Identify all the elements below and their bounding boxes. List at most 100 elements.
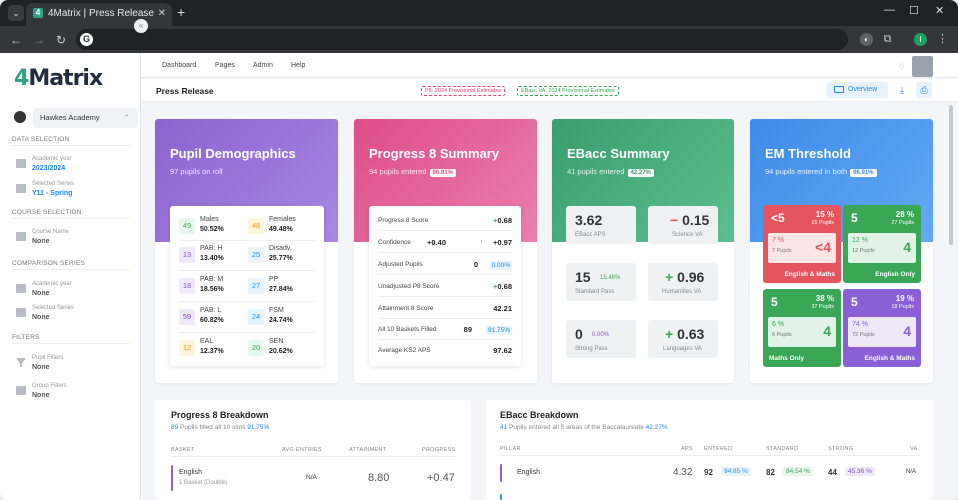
favicon-icon: 4 xyxy=(33,8,43,18)
url-bar[interactable] xyxy=(76,29,848,50)
demo-item: 25 Disadv. 25.77% xyxy=(248,242,318,270)
col-header-pillar[interactable]: PILLAR xyxy=(500,446,521,452)
ebacc-row-va: N/A xyxy=(906,469,917,475)
sidebar-item-label: Academic year xyxy=(32,281,72,287)
logo[interactable]: 4Matrix xyxy=(14,66,103,91)
demo-name: Disadv. xyxy=(269,245,292,252)
sidebar-item-value: None xyxy=(32,314,50,321)
print-icon[interactable]: ⎙ xyxy=(916,82,932,98)
download-icon[interactable]: ⤓ xyxy=(894,82,910,98)
folder-icon xyxy=(16,159,26,168)
col-header-entered[interactable]: ENTERED xyxy=(704,446,732,452)
sidebar-item-label: Group Filters xyxy=(32,383,67,389)
ebacc-estimates-chip: EBacc VA: 2024 Provisional Estimates xyxy=(517,86,619,96)
card-title: EM Threshold xyxy=(765,146,851,161)
progress8-panel: Progress 8 Score +0.68 Confidence ↓ +0.40 ↑ +… xyxy=(369,206,521,366)
p8-row: Attainment 8 Score 42.21 xyxy=(378,299,512,319)
minimize-icon[interactable]: — xyxy=(884,4,895,16)
arrow-up-icon: ↑ xyxy=(480,239,484,246)
menu-icon[interactable]: ⋮ xyxy=(936,33,949,46)
demo-count: 25 xyxy=(248,247,264,263)
new-tab-button[interactable]: + xyxy=(177,4,185,20)
profile-icon[interactable]: I xyxy=(914,33,927,46)
demo-count: 18 xyxy=(179,278,195,294)
monitor-icon xyxy=(834,86,844,93)
overview-button[interactable]: Overview xyxy=(826,82,888,98)
school-selector[interactable]: Hawkes Academy ⌃ xyxy=(14,108,138,128)
em-tile-english-only[interactable]: 5 28 % 27 Pupils 12 % 12 Pupils 4 English On… xyxy=(843,205,921,283)
back-icon[interactable]: ← xyxy=(10,33,22,47)
col-header-strong[interactable]: STRONG xyxy=(828,446,853,452)
demo-pct: 49.48% xyxy=(269,226,293,233)
section-data-selection: DATA SELECTION xyxy=(12,136,70,143)
scrollbar-thumb[interactable] xyxy=(949,105,953,245)
em-tile-maths-only[interactable]: 5 38 % 37 Pupils 6 % 6 Pupils 4 Maths Only xyxy=(763,289,841,367)
col-header-progress[interactable]: PROGRESS xyxy=(422,447,456,453)
col-header-va[interactable]: VA xyxy=(910,446,918,452)
p8-row-name: English xyxy=(179,469,202,476)
browser-tab[interactable]: 4 4Matrix | Press Release ✕ xyxy=(26,3,172,26)
divider xyxy=(12,269,130,270)
p8-row-progress: +0.47 xyxy=(427,472,455,484)
reload-icon[interactable]: ↻ xyxy=(56,33,66,47)
divider xyxy=(500,455,920,456)
p8-row-entries: N/A xyxy=(306,474,317,481)
em-tile-english-maths[interactable]: 5 19 % 18 Pupils 74 % 72 Pupils 4 English & … xyxy=(843,289,921,367)
em-tile-inner: 6 % 6 Pupils 4 xyxy=(768,317,836,347)
ebacc-row-aps: 4.32 xyxy=(673,467,693,478)
nav-dashboard[interactable]: Dashboard xyxy=(162,62,196,69)
sidebar: 4Matrix Hawkes Academy ⌃ DATA SELECTION A… xyxy=(0,53,141,500)
col-header-avg-entries[interactable]: AVG ENTRIES xyxy=(282,447,322,453)
col-header-standard[interactable]: STANDARD xyxy=(766,446,798,452)
demo-name: FSM xyxy=(269,307,284,314)
nav-admin[interactable]: Admin xyxy=(253,62,273,69)
close-window-icon[interactable]: ✕ xyxy=(935,4,944,17)
demo-pct: 12.37% xyxy=(200,348,224,355)
bell-icon[interactable]: ♢ xyxy=(898,62,905,71)
demo-pct: 60.82% xyxy=(200,317,224,324)
col-header-attainment[interactable]: ATTAINMENT xyxy=(349,447,386,453)
forward-icon[interactable]: → xyxy=(33,33,45,47)
col-header-basket[interactable]: BASKET xyxy=(171,447,195,453)
demo-item: 49 Males 50.52% xyxy=(179,213,249,241)
maximize-icon[interactable]: ☐ xyxy=(909,4,919,17)
p8-row: Confidence ↓ +0.40 ↑ +0.97 xyxy=(378,233,512,253)
collapse-sidebar-icon[interactable]: « xyxy=(134,19,148,33)
card-subtitle: 97 pupils on roll xyxy=(170,167,223,176)
tab-search-button[interactable]: ⌄ xyxy=(8,5,24,21)
pct-pill: 42.27% xyxy=(627,169,654,177)
humanities-va-tile: + 0.96 Humanities VA xyxy=(648,263,718,301)
school-dropdown[interactable]: Hawkes Academy ⌃ xyxy=(33,108,138,128)
demo-count: 12 xyxy=(179,340,195,356)
demo-item: 48 Females 49.48% xyxy=(248,213,318,241)
demo-pct: 27.84% xyxy=(269,286,293,293)
ebacc-row-entered: 92 xyxy=(704,468,713,477)
p8-row: Unadjusted P8 Score +0.68 xyxy=(378,277,512,297)
nav-help[interactable]: Help xyxy=(291,62,305,69)
demo-pct: 13.40% xyxy=(200,255,224,262)
extension-icon[interactable]: ◐ xyxy=(860,33,873,46)
demo-name: PAB: H xyxy=(200,245,223,252)
close-tab-icon[interactable]: ✕ xyxy=(158,3,166,24)
demo-count: 24 xyxy=(248,309,264,325)
science-va-tile: − 0.15 Science VA xyxy=(648,206,718,244)
ebacc-row-strong-pct: 45.36 % xyxy=(845,467,875,476)
ebacc-row-standard: 82 xyxy=(766,468,775,477)
demo-name: PAB: L xyxy=(200,307,222,314)
user-avatar[interactable] xyxy=(912,56,933,77)
demo-item: 20 SEN 20.62% xyxy=(248,335,318,363)
divider xyxy=(179,301,315,302)
puzzle-icon[interactable]: ⧉ xyxy=(881,33,894,46)
p8-estimates-chip: P8: 2024 Provisional Estimates xyxy=(421,86,506,96)
demo-pct: 24.74% xyxy=(269,317,293,324)
ebacc-row-name: English xyxy=(517,469,540,476)
p8-breakdown-subtitle: 89 Pupils filled all 10 slots 91.75% xyxy=(171,424,270,431)
col-header-aps[interactable]: APS xyxy=(681,446,693,452)
demo-item: 24 FSM 24.74% xyxy=(248,304,318,332)
nav-pages[interactable]: Pages xyxy=(215,62,235,69)
demo-count: 27 xyxy=(248,278,264,294)
demo-pct: 18.56% xyxy=(200,286,224,293)
scrollbar[interactable] xyxy=(947,103,955,500)
divider xyxy=(179,240,315,241)
em-tile-english-maths-under[interactable]: <5 15 % 15 Pupils 7 % 7 Pupils <4 English & … xyxy=(763,205,841,283)
